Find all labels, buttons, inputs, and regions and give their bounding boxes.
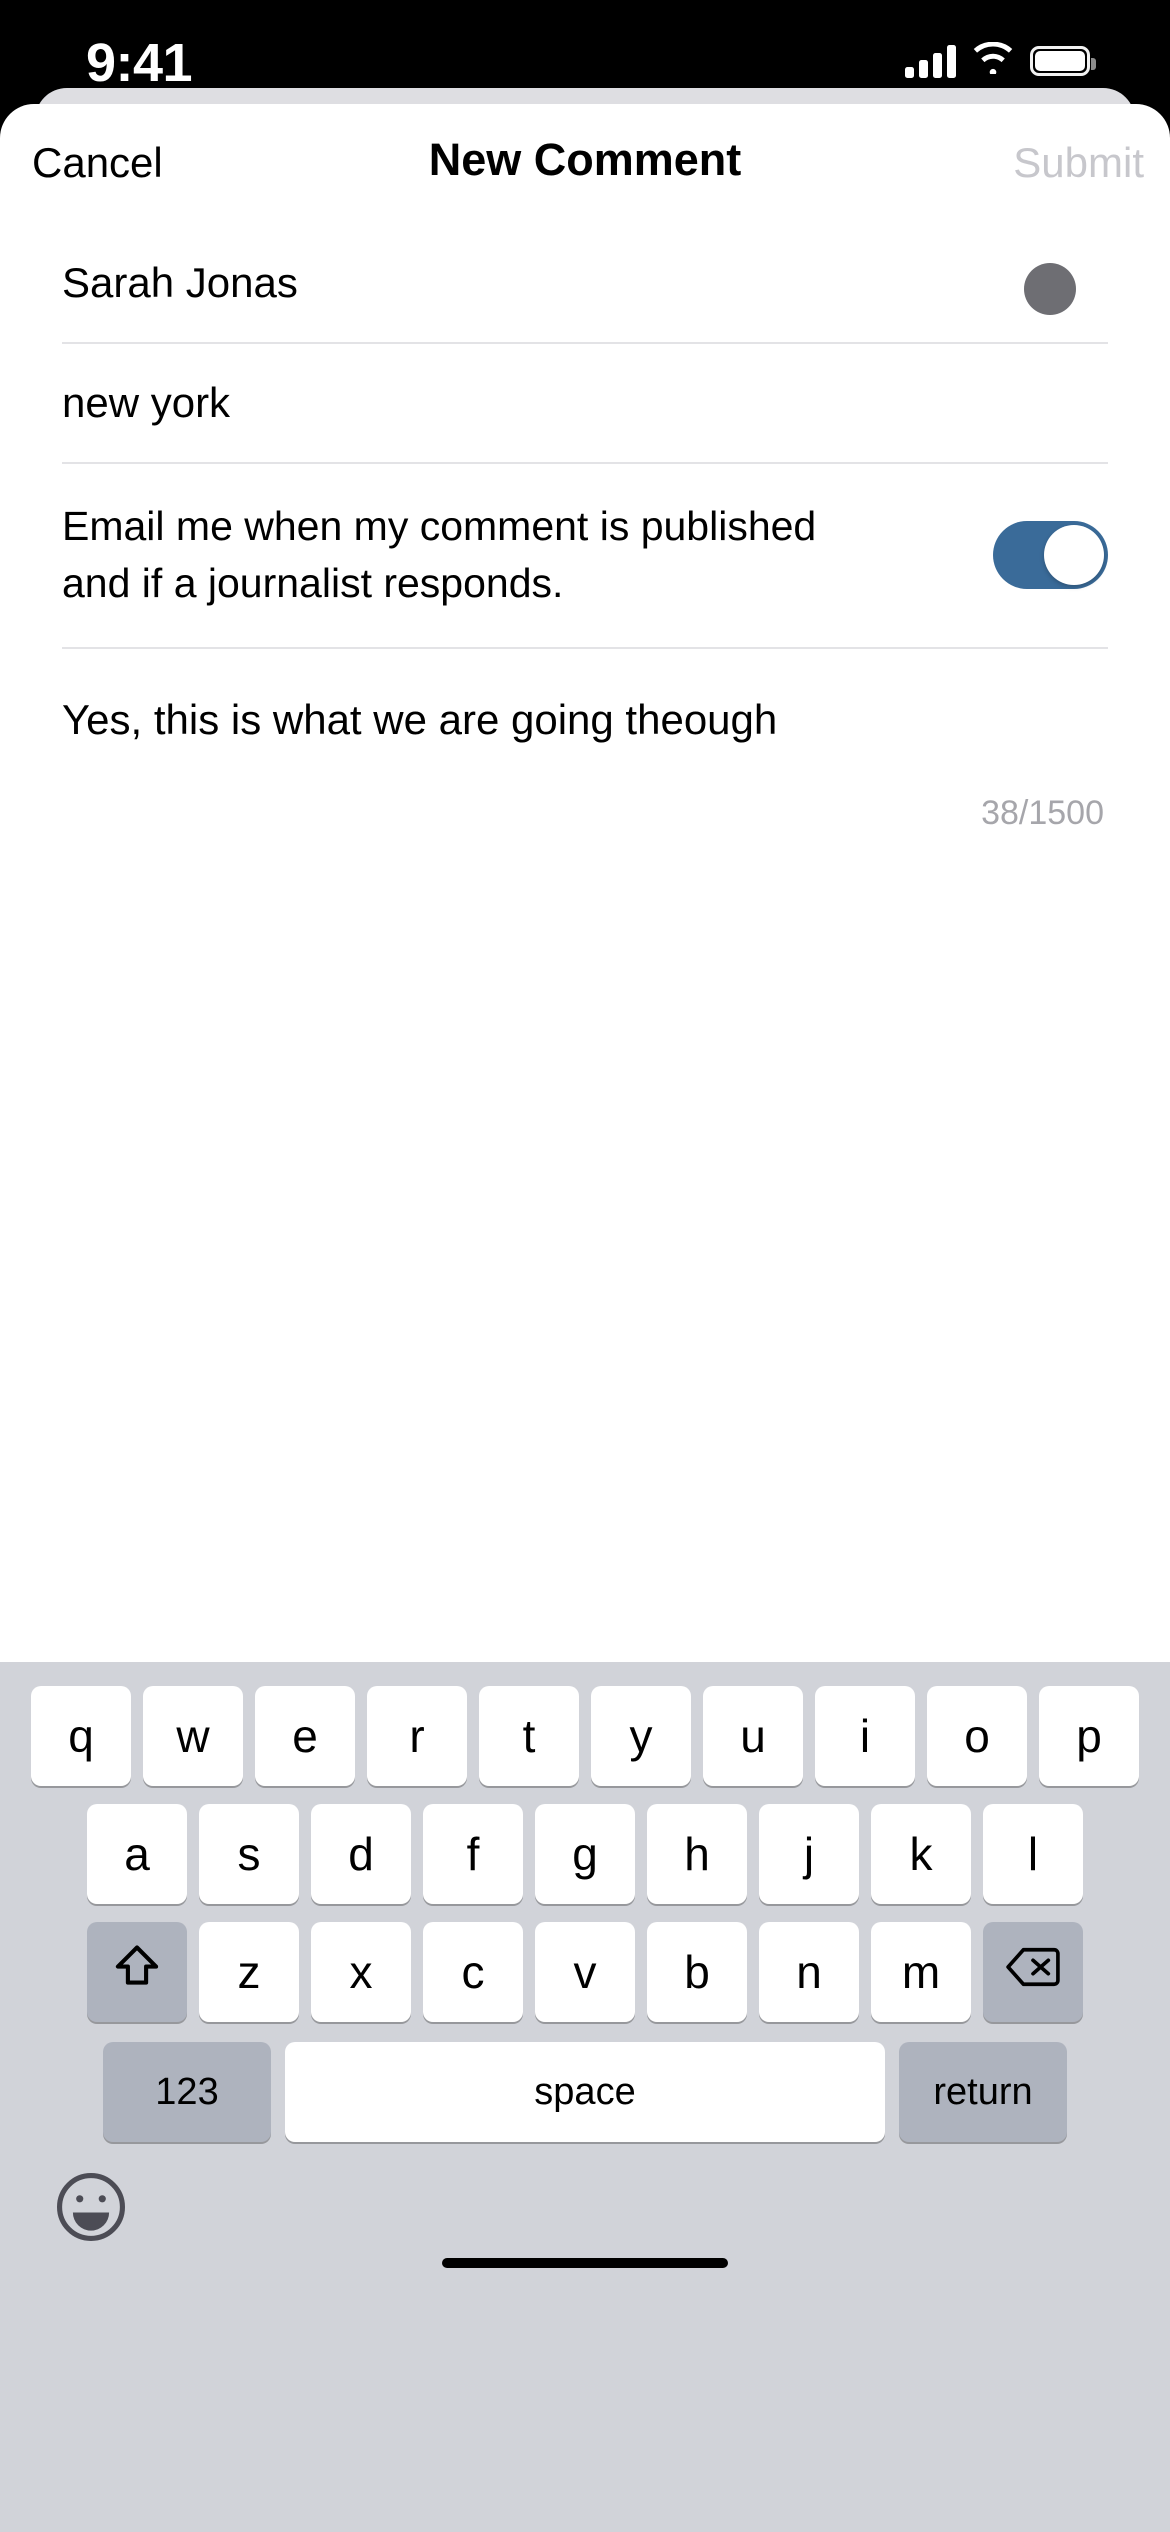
key-q[interactable]: q — [31, 1686, 131, 1786]
key-n[interactable]: n — [759, 1922, 859, 2022]
email-notification-label: Email me when my comment is published an… — [62, 503, 817, 606]
keyboard-row-3: z x c v b n m — [0, 1904, 1170, 2022]
toggle-knob — [1044, 524, 1104, 585]
key-m[interactable]: m — [871, 1922, 971, 2022]
emoji-smiley-icon — [50, 2173, 132, 2252]
backspace-key[interactable] — [983, 1922, 1083, 2022]
name-field[interactable]: Sarah Jonas — [62, 224, 1108, 344]
key-t[interactable]: t — [479, 1686, 579, 1786]
pointer-cursor — [1024, 263, 1076, 315]
key-l[interactable]: l — [983, 1804, 1083, 1904]
keyboard-row-2: a s d f g h j k l — [0, 1786, 1170, 1904]
home-indicator — [442, 2258, 728, 2268]
location-field[interactable]: new york — [62, 344, 1108, 464]
name-field-value: Sarah Jonas — [62, 259, 298, 306]
shift-icon — [111, 1941, 163, 2004]
key-a[interactable]: a — [87, 1804, 187, 1904]
comment-textarea-value: Yes, this is what we are going theough — [62, 696, 778, 744]
keyboard-row-1: q w e r t y u i o p — [0, 1662, 1170, 1786]
numbers-key[interactable]: 123 — [103, 2042, 271, 2142]
key-h[interactable]: h — [647, 1804, 747, 1904]
key-w[interactable]: w — [143, 1686, 243, 1786]
key-y[interactable]: y — [591, 1686, 691, 1786]
return-key[interactable]: return — [899, 2042, 1067, 2142]
key-u[interactable]: u — [703, 1686, 803, 1786]
key-v[interactable]: v — [535, 1922, 635, 2022]
key-z[interactable]: z — [199, 1922, 299, 2022]
new-comment-sheet: Cancel New Comment Submit Sarah Jonas ne… — [0, 104, 1170, 2532]
key-o[interactable]: o — [927, 1686, 1027, 1786]
key-d[interactable]: d — [311, 1804, 411, 1904]
backspace-icon — [1004, 1944, 1062, 2001]
key-p[interactable]: p — [1039, 1686, 1139, 1786]
character-counter: 38/1500 — [981, 793, 1104, 832]
email-notification-row[interactable]: Email me when my comment is published an… — [62, 464, 1108, 650]
on-screen-keyboard: q w e r t y u i o p a s d f g h j k l z … — [0, 1662, 1170, 2532]
key-i[interactable]: i — [815, 1686, 915, 1786]
location-field-value: new york — [62, 379, 231, 426]
iphone-screen: 9:41 Cancel New Comment Submit Sarah Jon… — [0, 0, 1170, 2532]
space-key[interactable]: space — [285, 2042, 885, 2142]
page-title: New Comment — [428, 134, 742, 185]
key-g[interactable]: g — [535, 1804, 635, 1904]
key-s[interactable]: s — [199, 1804, 299, 1904]
keyboard-utility-row — [0, 2142, 1170, 2292]
key-b[interactable]: b — [647, 1922, 747, 2022]
wifi-icon — [972, 41, 1014, 79]
cellular-signal-icon — [905, 44, 956, 78]
comment-textarea[interactable]: Yes, this is what we are going theough 3… — [62, 649, 1108, 833]
emoji-key[interactable] — [50, 2166, 132, 2248]
key-r[interactable]: r — [367, 1686, 467, 1786]
comment-form: Sarah Jonas new york Email me when my co… — [0, 224, 1170, 833]
key-e[interactable]: e — [255, 1686, 355, 1786]
key-j[interactable]: j — [759, 1804, 859, 1904]
battery-icon — [1030, 45, 1096, 76]
submit-button[interactable]: Submit — [1013, 142, 1144, 184]
key-f[interactable]: f — [423, 1804, 523, 1904]
keyboard-row-4: 123 space return — [0, 2022, 1170, 2142]
key-k[interactable]: k — [871, 1804, 971, 1904]
email-notification-toggle[interactable] — [993, 520, 1108, 589]
navigation-bar: Cancel New Comment Submit — [0, 104, 1170, 224]
shift-key[interactable] — [87, 1922, 187, 2022]
key-x[interactable]: x — [311, 1922, 411, 2022]
key-c[interactable]: c — [423, 1922, 523, 2022]
status-bar-time: 9:41 — [86, 33, 193, 93]
status-bar-indicators — [905, 41, 1096, 79]
